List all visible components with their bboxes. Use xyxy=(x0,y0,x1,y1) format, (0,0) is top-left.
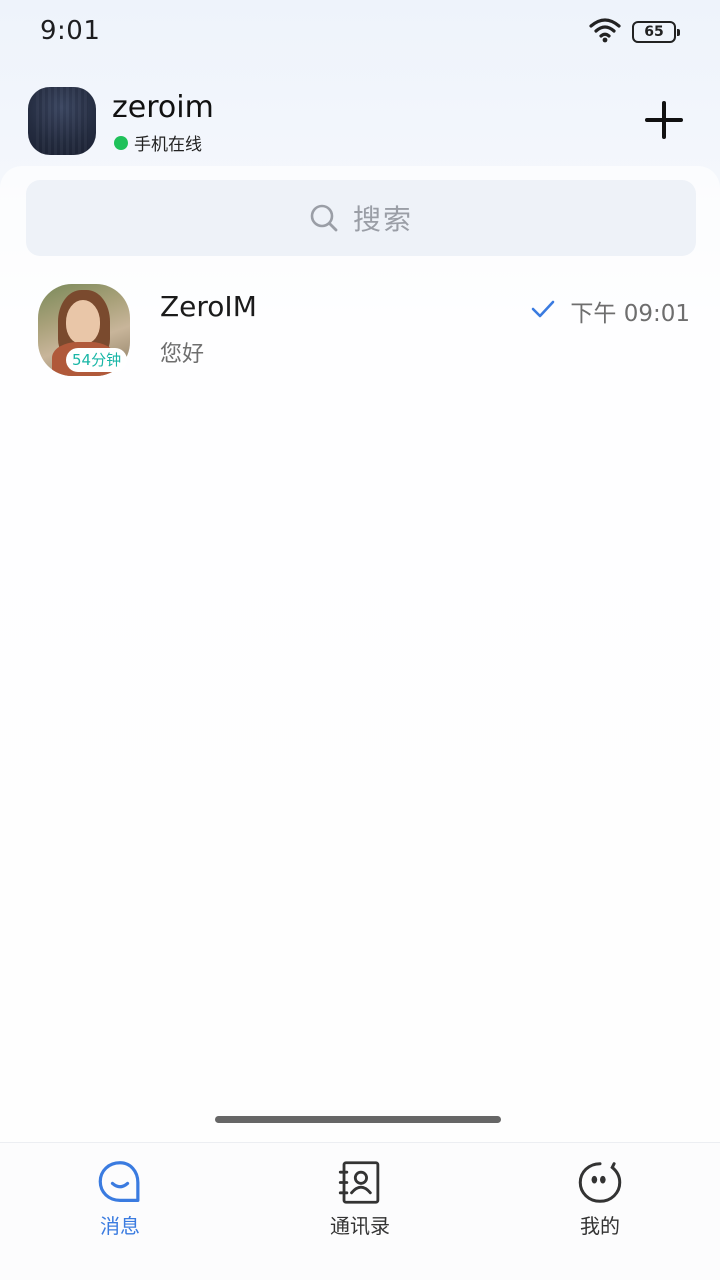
plus-icon xyxy=(645,101,683,139)
chat-bubble-icon xyxy=(98,1161,140,1202)
tab-messages-label: 消息 xyxy=(100,1214,140,1238)
app-screen: 9:01 65 zeroim 手机在线 搜索 54分钟 ZeroIM 您好 下午… xyxy=(0,0,720,1280)
wifi-icon xyxy=(588,17,622,47)
avatar[interactable] xyxy=(28,87,96,155)
username: zeroim xyxy=(112,90,214,125)
battery-level: 65 xyxy=(644,24,664,40)
tab-profile[interactable]: 我的 xyxy=(530,1159,670,1239)
conversation-list-panel: 搜索 54分钟 ZeroIM 您好 下午 09:01 xyxy=(0,166,720,1142)
battery-indicator: 65 xyxy=(632,21,680,43)
search-icon xyxy=(310,204,338,232)
message-time: 下午 09:01 xyxy=(570,301,690,327)
profile-face-icon xyxy=(578,1162,622,1203)
online-status-label: 手机在线 xyxy=(134,135,202,155)
online-status: 手机在线 xyxy=(114,130,202,155)
message-preview: 您好 xyxy=(160,342,205,367)
tab-profile-label: 我的 xyxy=(580,1214,620,1238)
status-time: 9:01 xyxy=(40,16,101,46)
status-icons: 65 xyxy=(588,17,680,47)
add-button[interactable] xyxy=(644,100,684,140)
online-dot-icon xyxy=(114,135,128,150)
tab-messages[interactable]: 消息 xyxy=(50,1159,190,1239)
search-placeholder: 搜索 xyxy=(352,203,413,236)
status-bar: 9:01 65 xyxy=(0,0,720,64)
duration-badge: 54分钟 xyxy=(66,348,128,372)
home-indicator[interactable] xyxy=(215,1116,501,1123)
bottom-nav: 消息 通讯录 我的 xyxy=(0,1142,720,1280)
contacts-book-icon xyxy=(338,1161,380,1204)
check-icon xyxy=(531,300,555,318)
tab-contacts-label: 通讯录 xyxy=(330,1214,390,1238)
header: zeroim 手机在线 xyxy=(0,84,720,160)
conversation-name: ZeroIM xyxy=(160,290,257,323)
tab-contacts[interactable]: 通讯录 xyxy=(290,1159,430,1239)
list-item[interactable]: 54分钟 ZeroIM 您好 下午 09:01 xyxy=(0,276,720,386)
search-input[interactable]: 搜索 xyxy=(26,180,696,256)
